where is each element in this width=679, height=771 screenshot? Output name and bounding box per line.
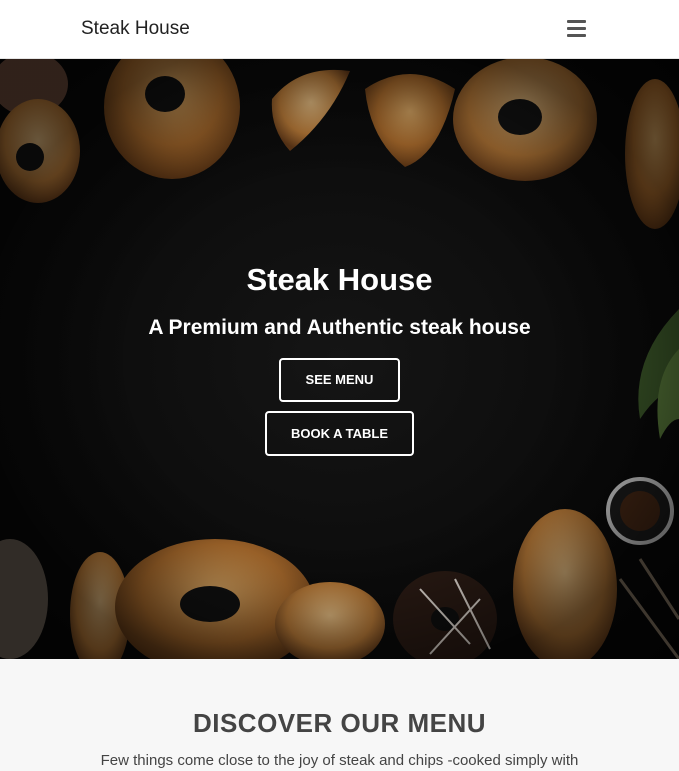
hero-title: Steak House <box>246 262 433 297</box>
see-menu-button[interactable]: SEE MENU <box>279 358 400 402</box>
menu-intro-text: Few things come close to the joy of stea… <box>100 752 579 769</box>
navbar: Steak House <box>0 0 679 59</box>
book-table-button[interactable]: BOOK A TABLE <box>265 411 414 456</box>
menu-heading: DISCOVER OUR MENU <box>192 708 487 738</box>
hero-section: Steak House A Premium and Authentic stea… <box>0 59 679 659</box>
hamburger-menu-icon[interactable] <box>567 20 586 38</box>
hero-subtitle: A Premium and Authentic steak house <box>148 316 531 339</box>
menu-section: DISCOVER OUR MENU Few things come close … <box>0 659 679 771</box>
brand-link[interactable]: Steak House <box>81 18 190 40</box>
